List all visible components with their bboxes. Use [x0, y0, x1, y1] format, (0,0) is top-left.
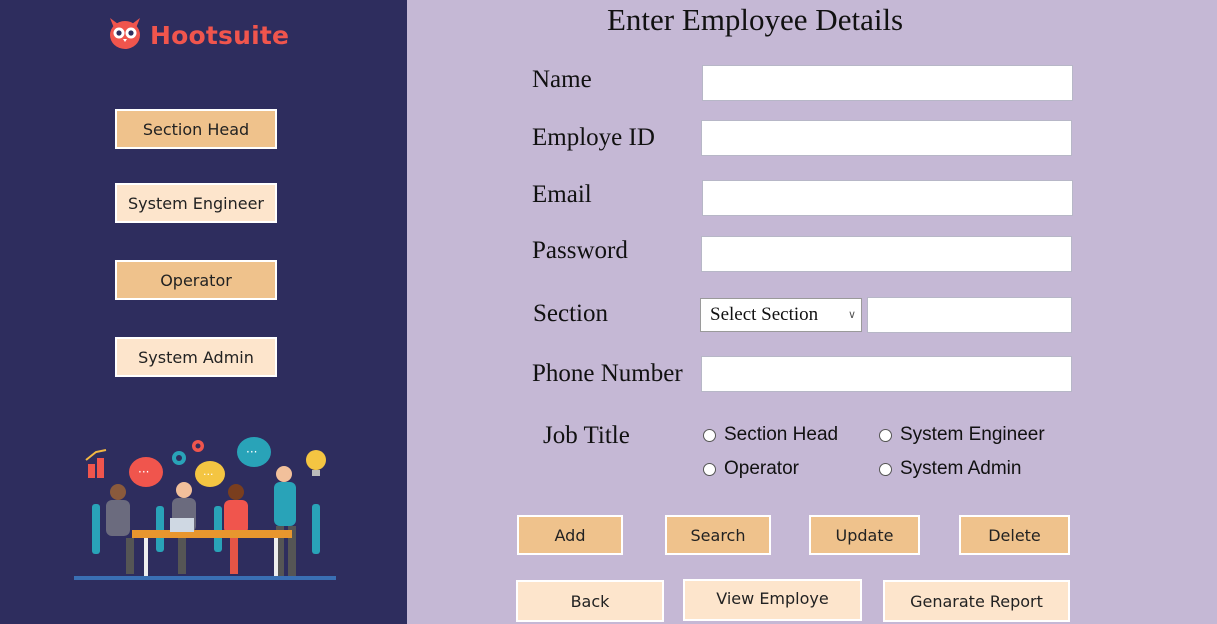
radio-label: System Admin — [900, 458, 1022, 479]
section-select[interactable]: Select Section ∨ — [700, 298, 862, 332]
job-title-radio-system-engineer[interactable]: System Engineer — [879, 424, 1045, 446]
email-label: Email — [532, 181, 592, 208]
update-button[interactable]: Update — [809, 515, 920, 555]
sidebar: Hootsuite Section Head System Engineer O… — [0, 0, 407, 624]
bar-chart-icon — [85, 449, 107, 478]
radio-label: Operator — [724, 458, 799, 479]
view-employee-button[interactable]: View Employe — [683, 579, 862, 621]
radio-circle — [879, 462, 892, 476]
delete-button[interactable]: Delete — [959, 515, 1070, 555]
brand-logo: Hootsuite — [106, 16, 289, 55]
chevron-down-icon: ∨ — [847, 309, 856, 321]
password-label: Password — [532, 237, 628, 264]
radio-label: Section Head — [724, 424, 839, 445]
section-label: Section — [533, 300, 608, 327]
section-text-input[interactable] — [867, 297, 1072, 333]
sidebar-system-admin-button[interactable]: System Admin — [115, 337, 277, 377]
job-title-label: Job Title — [543, 422, 630, 449]
radio-circle — [703, 428, 716, 442]
radio-circle — [703, 462, 716, 476]
owl-icon — [106, 16, 144, 55]
job-title-radio-operator[interactable]: Operator — [703, 458, 799, 480]
radio-circle — [879, 428, 892, 442]
employee-id-label: Employe ID — [532, 124, 655, 151]
svg-text:···: ··· — [246, 445, 257, 459]
job-title-radio-section-head[interactable]: Section Head — [703, 424, 838, 446]
back-button[interactable]: Back — [516, 580, 664, 622]
svg-text:···: ··· — [138, 465, 149, 479]
phone-number-label: Phone Number — [532, 360, 683, 387]
team-meeting-illustration: ··· ··· ··· — [74, 430, 344, 595]
section-select-value: Select Section — [710, 304, 819, 325]
phone-number-input[interactable] — [701, 356, 1072, 392]
password-input[interactable] — [701, 236, 1072, 272]
sidebar-system-engineer-button[interactable]: System Engineer — [115, 183, 277, 223]
search-button[interactable]: Search — [665, 515, 771, 555]
add-button[interactable]: Add — [517, 515, 623, 555]
employee-id-input[interactable] — [701, 120, 1072, 156]
sidebar-operator-button[interactable]: Operator — [115, 260, 277, 300]
sidebar-section-head-button[interactable]: Section Head — [115, 109, 277, 149]
job-title-radio-system-admin[interactable]: System Admin — [879, 458, 1021, 480]
name-input[interactable] — [702, 65, 1073, 101]
svg-text:···: ··· — [203, 468, 214, 481]
name-label: Name — [532, 66, 592, 93]
brand-name: Hootsuite — [150, 21, 290, 50]
radio-label: System Engineer — [900, 424, 1045, 445]
email-input[interactable] — [702, 180, 1073, 216]
generate-report-button[interactable]: Genarate Report — [883, 580, 1070, 622]
page-title: Enter Employee Details — [607, 2, 904, 37]
